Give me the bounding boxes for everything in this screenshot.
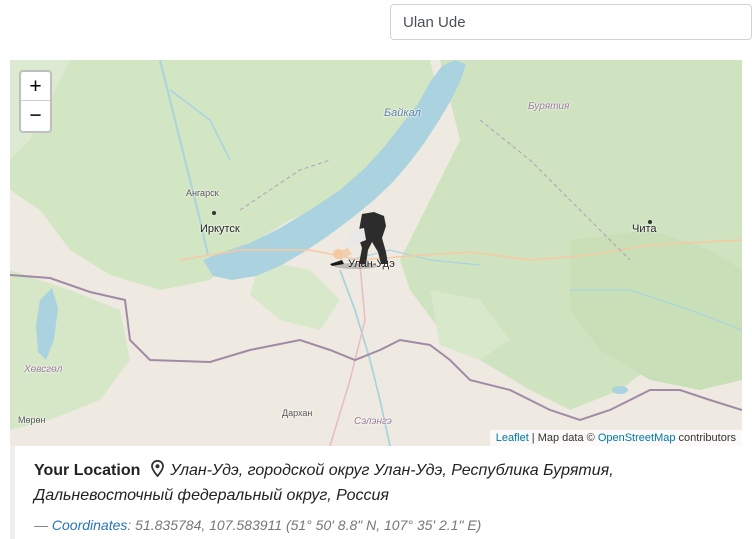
label-darkhan: Дархан	[282, 408, 313, 418]
osm-link[interactable]: OpenStreetMap	[598, 432, 676, 444]
coordinates-value: : 51.835784, 107.583911 (51° 50' 8.8" N,…	[127, 517, 482, 533]
label-selenge: Сэлэнгэ	[354, 416, 392, 427]
location-title: Your Location	[34, 462, 141, 479]
location-info: Your Location Улан-Удэ, городской округ …	[10, 446, 742, 539]
coordinates-link[interactable]: Coordinates	[52, 517, 128, 533]
map-pin-icon	[150, 460, 164, 477]
label-angarsk: Ангарск	[186, 188, 219, 198]
irkutsk-dot	[212, 211, 216, 215]
map-attribution: Leaflet | Map data © OpenStreetMap contr…	[489, 430, 742, 446]
location-line: Your Location Улан-Удэ, городской округ …	[34, 458, 742, 508]
label-irkutsk: Иркутск	[200, 223, 240, 235]
zoom-in-button[interactable]: +	[21, 72, 50, 101]
leaflet-link[interactable]: Leaflet	[496, 432, 529, 444]
zoom-control: + −	[19, 70, 52, 133]
search-input[interactable]	[390, 4, 752, 40]
label-chita: Чита	[632, 223, 657, 235]
coordinates-dash: —	[34, 517, 52, 533]
label-buryatia: Бурятия	[528, 101, 570, 112]
label-khovsgol: Хөвсгөл	[24, 364, 63, 375]
search-box	[390, 4, 752, 40]
coordinates-line: — Coordinates: 51.835784, 107.583911 (51…	[34, 517, 742, 533]
attribution-suffix: contributors	[675, 432, 736, 444]
zoom-out-button[interactable]: −	[21, 101, 50, 130]
attribution-text: | Map data ©	[528, 432, 598, 444]
label-baikal: Байкал	[384, 107, 421, 119]
map-view[interactable]: Байкал Бурятия Ангарск Иркутск Улан-Удэ …	[10, 60, 742, 446]
person-marker-icon[interactable]	[326, 208, 396, 270]
label-moron: Мөрөн	[18, 415, 46, 425]
